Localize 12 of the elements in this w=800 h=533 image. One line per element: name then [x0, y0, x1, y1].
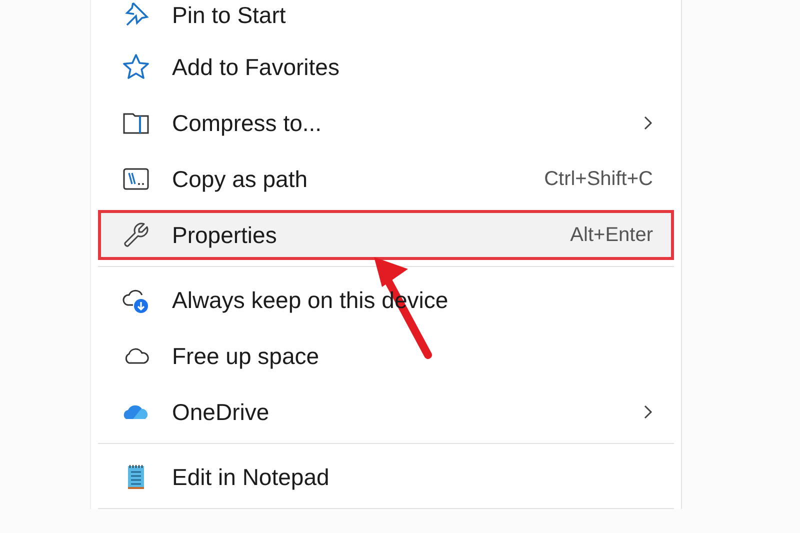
menu-item[interactable]: Pin to Start — [98, 0, 674, 36]
menu-item[interactable]: Free up space — [98, 331, 674, 381]
shortcut-text: Alt+Enter — [570, 224, 653, 246]
menu-item[interactable]: Edit in Notepad — [98, 452, 674, 502]
menu-item[interactable]: Add to Favorites — [98, 42, 674, 92]
menu-item[interactable]: Copy as path Ctrl+Shift+C — [98, 154, 674, 204]
menu-item[interactable]: Properties Alt+Enter — [98, 210, 674, 260]
wrench-icon — [121, 220, 151, 250]
shortcut-text: Ctrl+Shift+C — [544, 168, 653, 190]
menu-item[interactable]: OneDrive — [98, 387, 674, 437]
menu-item[interactable]: Compress to... — [98, 98, 674, 148]
star-icon — [121, 52, 151, 82]
